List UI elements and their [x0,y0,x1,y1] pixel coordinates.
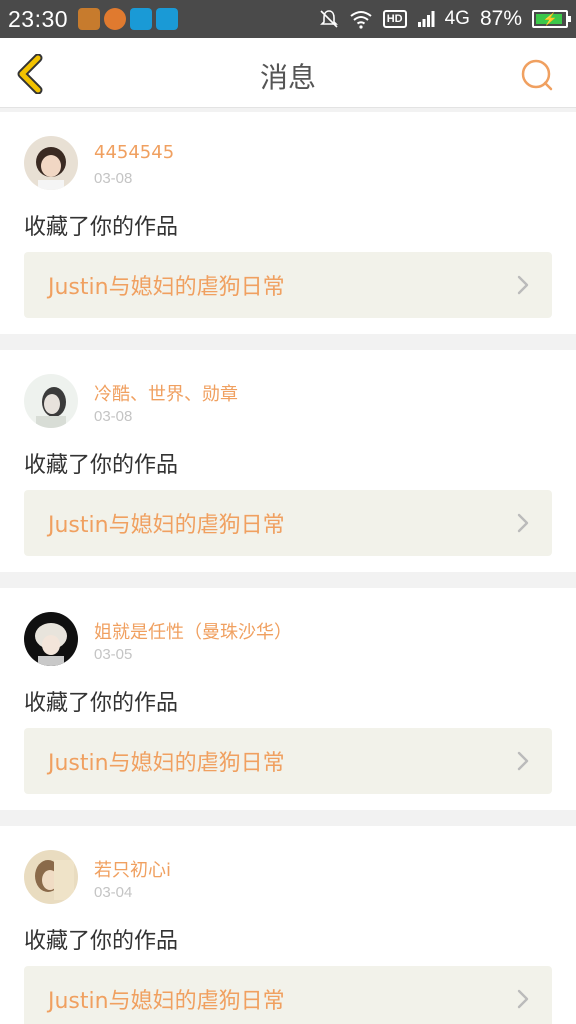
action-text: 收藏了你的作品 [24,929,179,954]
notification-icons [78,8,179,30]
user-name[interactable]: 若只初心i [94,856,171,882]
status-bar: 23:30 HD 4G 87% ⚡ [0,0,576,38]
work-link[interactable]: Justin与媳妇的虐狗日常 [24,252,552,318]
avatar[interactable] [24,850,78,904]
signal-icon [417,11,435,27]
app-header: 消息 [0,38,576,108]
action-text: 收藏了你的作品 [24,453,179,478]
chevron-right-icon [517,751,529,771]
message-date: 03-04 [94,884,133,901]
fire-icon [104,8,127,30]
avatar-image [24,374,78,428]
battery-percent: 87% [479,7,522,30]
page-title: 消息 [259,61,316,94]
message-card: 4454545 03-08 收藏了你的作品 Justin与媳妇的虐狗日常 [0,112,576,334]
work-title: Justin与媳妇的虐狗日常 [48,751,285,776]
search-button[interactable] [520,58,554,92]
mute-bell-icon [319,10,338,28]
taobao-icon [78,8,101,30]
avatar[interactable] [24,136,78,190]
avatar[interactable] [24,374,78,428]
message-card: 若只初心i 03-04 收藏了你的作品 Justin与媳妇的虐狗日常 [0,826,576,1024]
work-link[interactable]: Justin与媳妇的虐狗日常 [24,490,552,556]
user-name[interactable]: 4454545 [94,142,174,163]
work-link[interactable]: Justin与媳妇的虐狗日常 [24,966,552,1024]
scan-icon [156,8,179,30]
chevron-right-icon [517,275,529,295]
avatar-image [24,850,78,904]
chat-icon [130,8,153,30]
search-icon [521,59,553,91]
battery-icon: ⚡ [532,10,571,28]
message-card: 姐就是任性（曼珠沙华） 03-05 收藏了你的作品 Justin与媳妇的虐狗日常 [0,588,576,810]
message-date: 03-05 [94,646,133,663]
chevron-right-icon [517,989,529,1009]
user-name[interactable]: 姐就是任性（曼珠沙华） [94,618,292,644]
user-name[interactable]: 冷酷、世界、勋章 [94,380,238,406]
message-list: 4454545 03-08 收藏了你的作品 Justin与媳妇的虐狗日常 冷酷、… [0,112,576,1024]
avatar-image [24,136,78,190]
status-indicators: HD 4G 87% ⚡ [319,7,571,31]
status-time: 23:30 [8,5,69,32]
work-link[interactable]: Justin与媳妇的虐狗日常 [24,728,552,794]
message-card: 冷酷、世界、勋章 03-08 收藏了你的作品 Justin与媳妇的虐狗日常 [0,350,576,572]
avatar-image [24,612,78,666]
chevron-right-icon [517,513,529,533]
work-title: Justin与媳妇的虐狗日常 [48,513,285,538]
message-date: 03-08 [94,170,133,187]
work-title: Justin与媳妇的虐狗日常 [48,275,285,300]
work-title: Justin与媳妇的虐狗日常 [48,989,285,1014]
wifi-icon [350,11,372,29]
action-text: 收藏了你的作品 [24,691,179,716]
message-date: 03-08 [94,408,133,425]
hd-badge: HD [382,10,407,28]
avatar[interactable] [24,612,78,666]
action-text: 收藏了你的作品 [24,215,179,240]
network-type: 4G [444,8,470,29]
